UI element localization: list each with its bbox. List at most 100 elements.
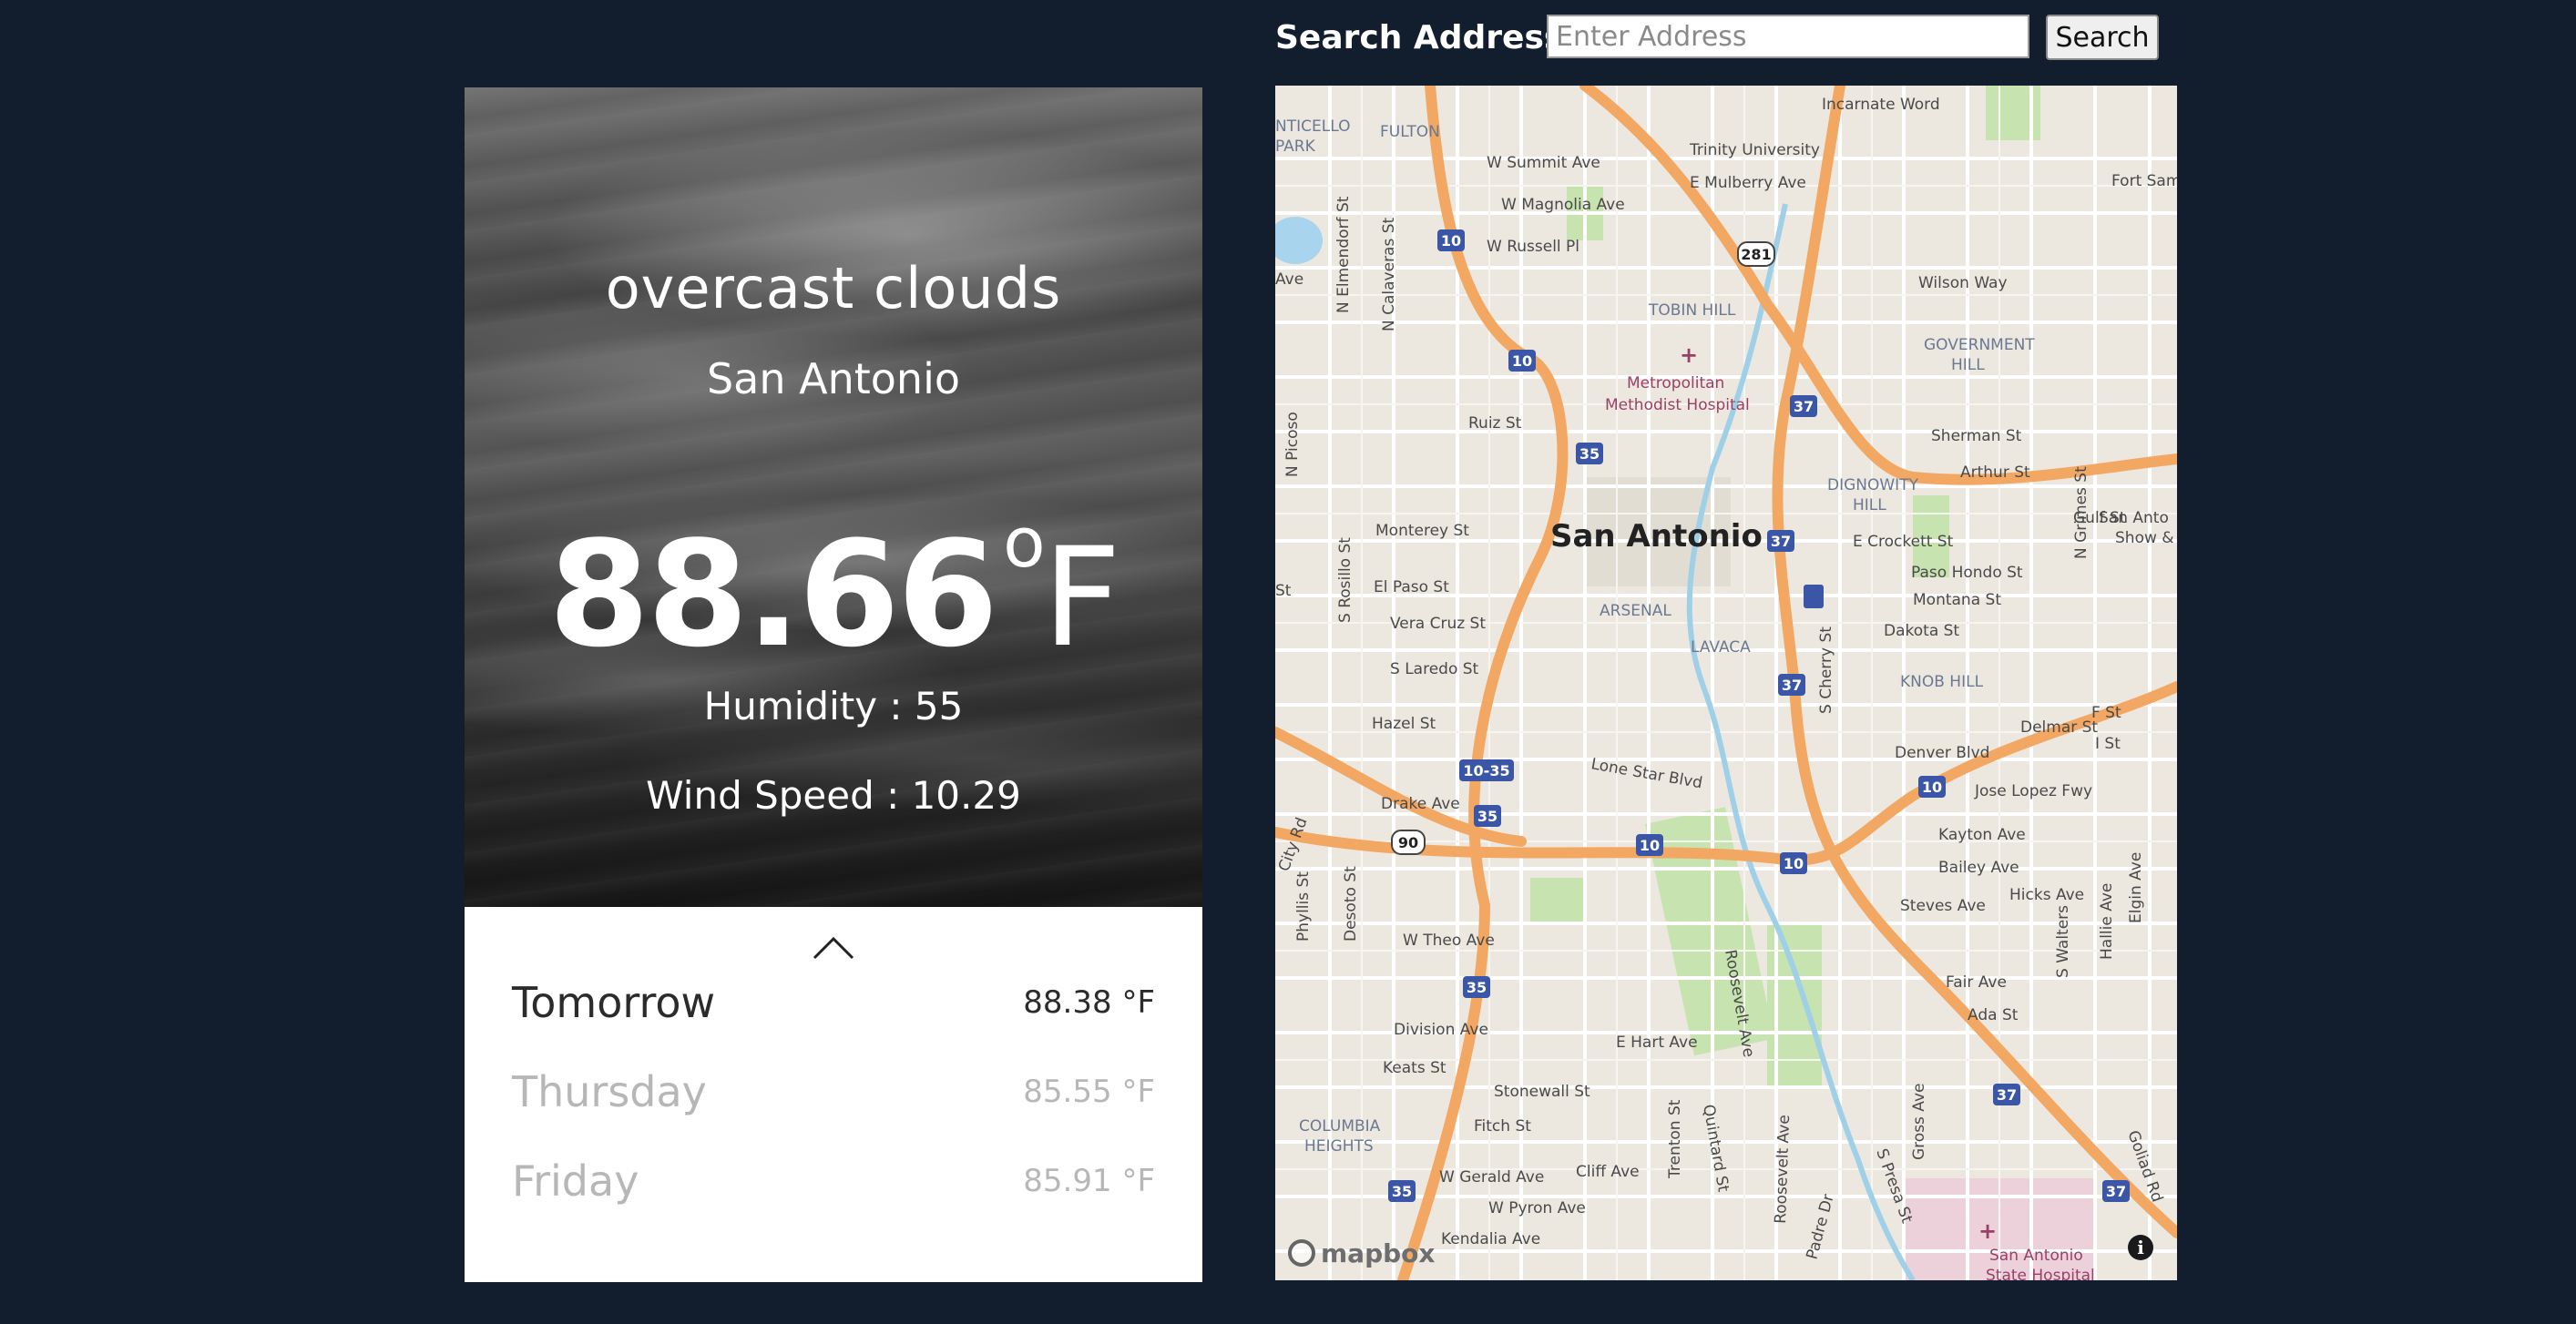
svg-text:NTICELLO: NTICELLO bbox=[1275, 117, 1350, 136]
svg-text:10: 10 bbox=[1922, 779, 1942, 796]
humidity: Humidity : 55 bbox=[703, 684, 964, 728]
svg-text:S Walters: S Walters bbox=[2054, 905, 2072, 978]
svg-text:+: + bbox=[1978, 1218, 1997, 1244]
svg-text:Monterey St: Monterey St bbox=[1375, 522, 1469, 540]
svg-text:S Laredo St: S Laredo St bbox=[1390, 660, 1479, 678]
svg-text:10: 10 bbox=[1640, 837, 1660, 854]
forecast-row[interactable]: Friday 85.91 °F bbox=[512, 1149, 1155, 1213]
temperature-value: 88.66 bbox=[548, 509, 998, 679]
svg-text:HEIGHTS: HEIGHTS bbox=[1304, 1137, 1374, 1156]
svg-text:S Cherry St: S Cherry St bbox=[1817, 626, 1835, 714]
svg-text:ARSENAL: ARSENAL bbox=[1600, 602, 1671, 620]
forecast-day: Friday bbox=[512, 1156, 639, 1206]
svg-text:Roosevelt Ave: Roosevelt Ave bbox=[1772, 1115, 1794, 1224]
svg-text:Quintard St: Quintard St bbox=[1699, 1103, 1733, 1193]
svg-text:Trenton St: Trenton St bbox=[1666, 1099, 1684, 1179]
svg-text:Ruiz St: Ruiz St bbox=[1468, 414, 1522, 433]
svg-text:Delmar St: Delmar St bbox=[2020, 718, 2098, 737]
svg-text:Hicks Ave: Hicks Ave bbox=[2009, 886, 2084, 904]
wind-speed: Wind Speed : 10.29 bbox=[646, 773, 1021, 818]
svg-text:W Summit Ave: W Summit Ave bbox=[1487, 154, 1600, 172]
svg-text:Stonewall St: Stonewall St bbox=[1494, 1083, 1590, 1101]
mapbox-logo[interactable]: mapbox bbox=[1288, 1235, 1435, 1271]
city-name: San Antonio bbox=[706, 354, 961, 403]
forecast-panel: Tomorrow 88.38 °F Thursday 85.55 °F Frid… bbox=[465, 907, 1202, 1282]
svg-text:Drake Ave: Drake Ave bbox=[1381, 795, 1460, 813]
svg-text:N Grimes St: N Grimes St bbox=[2072, 466, 2090, 559]
svg-text:Bailey Ave: Bailey Ave bbox=[1938, 859, 2019, 877]
svg-text:Hazel St: Hazel St bbox=[1372, 715, 1436, 733]
map-city-label: San Antonio bbox=[1550, 518, 1763, 555]
svg-text:10-35: 10-35 bbox=[1463, 762, 1509, 779]
svg-text:HILL: HILL bbox=[1853, 496, 1886, 514]
svg-text:Phyllis St: Phyllis St bbox=[1294, 871, 1313, 942]
svg-text:Desoto St: Desoto St bbox=[1342, 866, 1360, 942]
svg-text:W Magnolia Ave: W Magnolia Ave bbox=[1501, 196, 1625, 214]
svg-text:35: 35 bbox=[1579, 445, 1600, 463]
search-button[interactable]: Search bbox=[2046, 15, 2159, 60]
svg-text:Sherman St: Sherman St bbox=[1931, 427, 2022, 445]
info-icon[interactable]: i bbox=[2128, 1235, 2153, 1260]
svg-text:I St: I St bbox=[2095, 735, 2121, 753]
forecast-day: Thursday bbox=[512, 1067, 707, 1116]
chevron-up-icon[interactable] bbox=[813, 936, 854, 960]
svg-text:E Mulberry Ave: E Mulberry Ave bbox=[1690, 174, 1806, 192]
svg-text:W Russell Pl: W Russell Pl bbox=[1487, 238, 1579, 256]
svg-text:Metropolitan: Metropolitan bbox=[1627, 374, 1724, 392]
address-search-input[interactable] bbox=[1547, 15, 2029, 58]
svg-text:Ave: Ave bbox=[1275, 270, 1303, 289]
svg-text:Elgin Ave: Elgin Ave bbox=[2127, 852, 2145, 923]
svg-text:TOBIN HILL: TOBIN HILL bbox=[1648, 301, 1736, 320]
svg-text:37: 37 bbox=[1794, 398, 1814, 415]
search-label: Search Address: bbox=[1275, 19, 1577, 56]
svg-text:E Hart Ave: E Hart Ave bbox=[1616, 1034, 1698, 1052]
forecast-temp: 85.55 °F bbox=[1023, 1074, 1155, 1110]
forecast-temp: 85.91 °F bbox=[1023, 1163, 1155, 1199]
degree-symbol: o bbox=[1003, 502, 1045, 583]
svg-text:Arthur St: Arthur St bbox=[1960, 463, 2030, 482]
svg-text:Keats St: Keats St bbox=[1383, 1059, 1446, 1077]
svg-text:HILL: HILL bbox=[1951, 356, 1985, 374]
svg-text:State Hospital: State Hospital bbox=[1986, 1267, 2095, 1280]
svg-text:PARK: PARK bbox=[1275, 137, 1316, 156]
svg-text:W Gerald Ave: W Gerald Ave bbox=[1439, 1168, 1544, 1187]
svg-text:Trinity University: Trinity University bbox=[1689, 141, 1820, 159]
svg-text:City Rd: City Rd bbox=[1275, 815, 1312, 873]
svg-text:Dakota St: Dakota St bbox=[1884, 622, 1959, 640]
svg-text:KNOB HILL: KNOB HILL bbox=[1900, 673, 1984, 691]
forecast-row[interactable]: Thursday 85.55 °F bbox=[512, 1060, 1155, 1124]
svg-text:FULTON: FULTON bbox=[1380, 123, 1440, 141]
svg-text:10: 10 bbox=[1441, 232, 1461, 250]
svg-text:37: 37 bbox=[2106, 1183, 2126, 1200]
svg-text:+: + bbox=[1680, 342, 1698, 368]
svg-text:GOVERNMENT: GOVERNMENT bbox=[1924, 336, 2035, 354]
svg-text:Jose Lopez Fwy: Jose Lopez Fwy bbox=[1974, 782, 2092, 800]
svg-text:Fitch St: Fitch St bbox=[1474, 1117, 1531, 1136]
svg-text:San Anto: San Anto bbox=[2099, 509, 2169, 527]
svg-text:DIGNOWITY: DIGNOWITY bbox=[1827, 476, 1919, 494]
svg-text:Hallie Ave: Hallie Ave bbox=[2098, 883, 2116, 960]
svg-text:COLUMBIA: COLUMBIA bbox=[1299, 1117, 1381, 1136]
svg-text:90: 90 bbox=[1398, 834, 1418, 851]
svg-text:Incarnate Word: Incarnate Word bbox=[1822, 96, 1940, 114]
temperature-unit: F bbox=[1042, 519, 1121, 677]
svg-text:S Rosillo St: S Rosillo St bbox=[1336, 537, 1354, 623]
svg-text:Division Ave: Division Ave bbox=[1394, 1021, 1488, 1039]
weather-card: overcast clouds San Antonio 88.66 oF Humi… bbox=[465, 87, 1202, 1282]
svg-text:Cliff Ave: Cliff Ave bbox=[1576, 1163, 1640, 1181]
svg-text:Ada St: Ada St bbox=[1968, 1006, 2019, 1024]
svg-text:281: 281 bbox=[1741, 246, 1771, 263]
svg-text:El Paso St: El Paso St bbox=[1374, 578, 1449, 596]
svg-text:Fort Sam: Fort Sam bbox=[2111, 172, 2177, 190]
svg-text:N Calaveras St: N Calaveras St bbox=[1380, 217, 1398, 331]
svg-text:Kayton Ave: Kayton Ave bbox=[1938, 826, 2026, 844]
svg-text:Fair Ave: Fair Ave bbox=[1946, 973, 2007, 992]
map-canvas[interactable]: 10 10 281 37 35 37 37 10-35 35 90 10 10 … bbox=[1275, 86, 2177, 1280]
map-view[interactable]: 10 10 281 37 35 37 37 10-35 35 90 10 10 … bbox=[1275, 86, 2177, 1280]
svg-text:Kendalia Ave: Kendalia Ave bbox=[1441, 1230, 1540, 1248]
current-temperature: 88.66 oF bbox=[465, 452, 1202, 689]
mapbox-wordmark: mapbox bbox=[1321, 1237, 1436, 1268]
svg-text:Wilson Way: Wilson Way bbox=[1918, 274, 2008, 292]
forecast-row[interactable]: Tomorrow 88.38 °F bbox=[512, 971, 1155, 1034]
svg-text:35: 35 bbox=[1392, 1183, 1412, 1200]
